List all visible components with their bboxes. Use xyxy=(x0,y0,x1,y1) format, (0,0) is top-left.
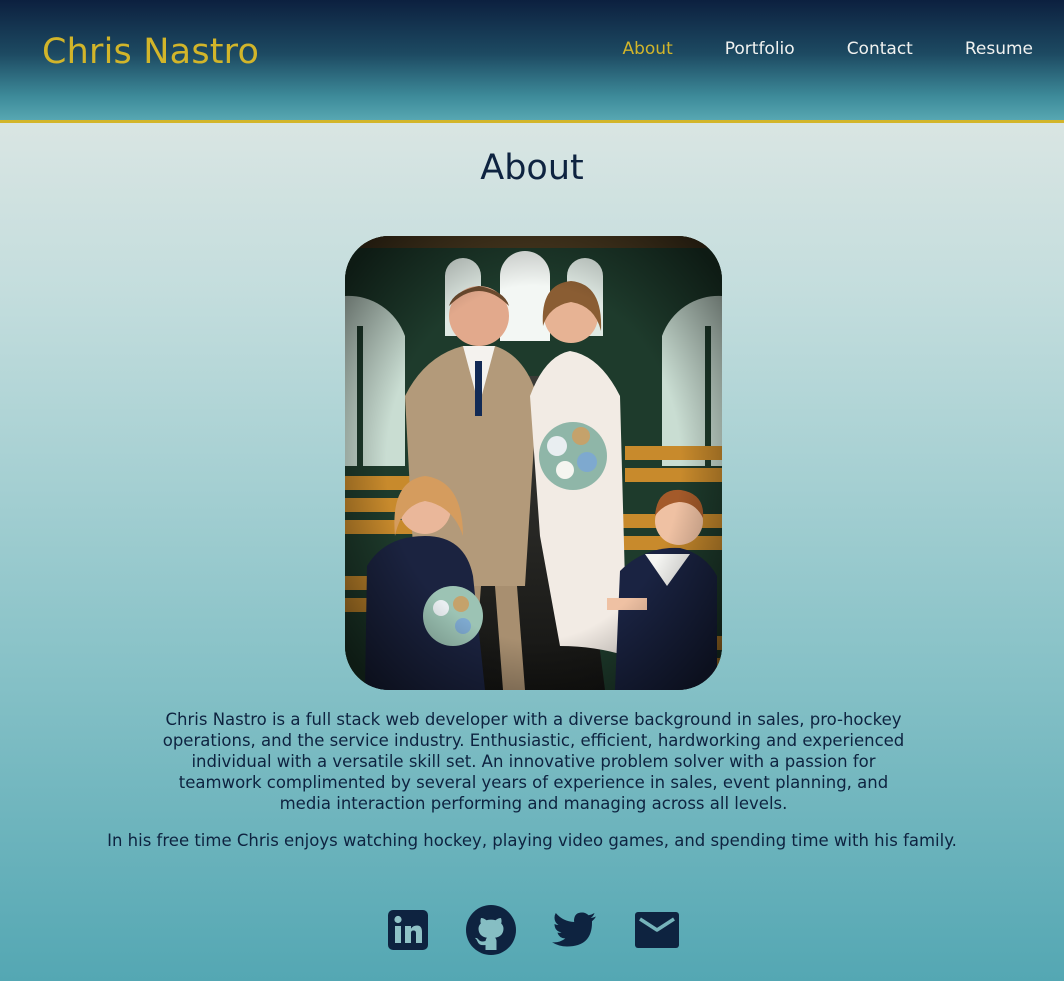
github-icon xyxy=(465,905,516,955)
main-nav: About Portfolio Contact Resume xyxy=(622,36,1033,62)
page-title: About xyxy=(480,148,584,188)
twitter-link[interactable] xyxy=(549,905,599,955)
linkedin-link[interactable] xyxy=(383,905,433,955)
social-links xyxy=(0,905,1064,955)
linkedin-icon xyxy=(387,910,428,950)
bio-paragraph: Chris Nastro is a full stack web develop… xyxy=(162,710,905,813)
twitter-icon xyxy=(551,912,596,947)
site-header: Chris Nastro About Portfolio Contact Res… xyxy=(0,0,1064,123)
nav-link-about[interactable]: About xyxy=(622,36,672,62)
email-icon xyxy=(634,912,679,948)
site-brand[interactable]: Chris Nastro xyxy=(42,29,259,75)
email-link[interactable] xyxy=(632,905,682,955)
nav-link-resume[interactable]: Resume xyxy=(965,36,1033,62)
free-time-paragraph: In his free time Chris enjoys watching h… xyxy=(107,831,957,850)
family-photo xyxy=(345,236,722,690)
github-link[interactable] xyxy=(465,905,516,955)
nav-link-contact[interactable]: Contact xyxy=(847,36,913,62)
nav-link-portfolio[interactable]: Portfolio xyxy=(725,36,795,62)
